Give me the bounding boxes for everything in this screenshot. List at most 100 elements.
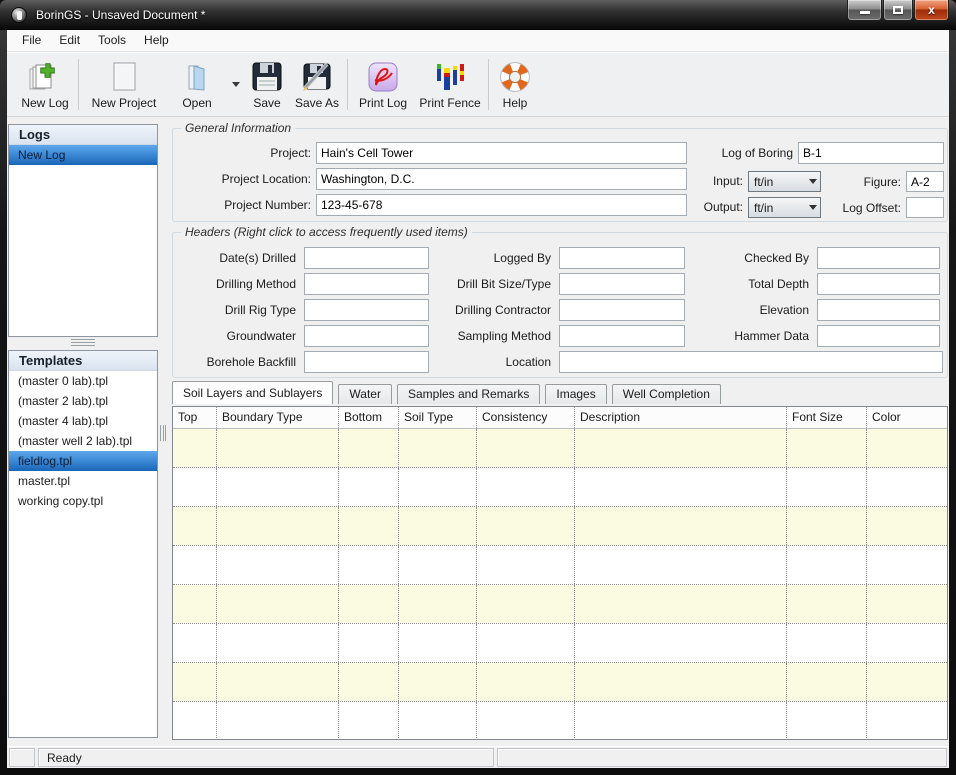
- template-item-master-0-lab-tpl[interactable]: (master 0 lab).tpl: [9, 371, 157, 391]
- table-cell[interactable]: [398, 468, 476, 506]
- table-cell[interactable]: [398, 585, 476, 623]
- header-field-elevation[interactable]: [817, 299, 940, 321]
- template-item-working-copy-tpl[interactable]: working copy.tpl: [9, 491, 157, 511]
- menu-help[interactable]: Help: [135, 30, 178, 51]
- table-cell[interactable]: [216, 546, 338, 584]
- project-number-input[interactable]: [316, 194, 687, 216]
- table-cell[interactable]: [216, 468, 338, 506]
- table-cell[interactable]: [476, 546, 574, 584]
- table-cell[interactable]: [216, 507, 338, 545]
- table-cell[interactable]: [476, 468, 574, 506]
- table-cell[interactable]: [476, 702, 574, 739]
- table-cell[interactable]: [398, 546, 476, 584]
- table-cell[interactable]: [173, 585, 216, 623]
- table-cell[interactable]: [173, 429, 216, 467]
- save-button[interactable]: Save: [244, 53, 290, 116]
- header-field-hammer-data[interactable]: [817, 325, 940, 347]
- table-cell[interactable]: [338, 468, 398, 506]
- table-cell[interactable]: [786, 468, 866, 506]
- table-cell[interactable]: [476, 624, 574, 662]
- minimize-button[interactable]: [847, 0, 882, 21]
- table-cell[interactable]: [398, 429, 476, 467]
- header-field-checked-by[interactable]: [817, 247, 940, 269]
- table-cell[interactable]: [173, 546, 216, 584]
- new-log-button[interactable]: New Log: [15, 53, 75, 116]
- log-item-new-log[interactable]: New Log: [9, 145, 157, 165]
- tab-well-completion[interactable]: Well Completion: [611, 384, 721, 404]
- print-log-button[interactable]: Print Log: [351, 53, 415, 116]
- table-cell[interactable]: [786, 546, 866, 584]
- table-cell[interactable]: [173, 468, 216, 506]
- tab-samples-and-remarks[interactable]: Samples and Remarks: [396, 384, 541, 404]
- table-cell[interactable]: [476, 585, 574, 623]
- table-cell[interactable]: [338, 429, 398, 467]
- new-project-button[interactable]: New Project: [82, 53, 166, 116]
- table-cell[interactable]: [338, 507, 398, 545]
- open-dropdown-button[interactable]: [228, 53, 244, 116]
- table-cell[interactable]: [216, 702, 338, 739]
- table-cell[interactable]: [866, 429, 946, 467]
- table-cell[interactable]: [173, 624, 216, 662]
- log-of-boring-input[interactable]: [798, 142, 944, 164]
- maximize-button[interactable]: [883, 0, 913, 21]
- print-fence-button[interactable]: Print Fence: [415, 53, 485, 116]
- table-cell[interactable]: [216, 624, 338, 662]
- table-cell[interactable]: [338, 663, 398, 701]
- vertical-splitter[interactable]: [160, 425, 166, 441]
- location-input[interactable]: [559, 351, 943, 373]
- table-cell[interactable]: [574, 468, 786, 506]
- header-field-sampling-method[interactable]: [559, 325, 685, 347]
- table-cell[interactable]: [574, 702, 786, 739]
- table-cell[interactable]: [574, 663, 786, 701]
- menu-file[interactable]: File: [13, 30, 50, 51]
- header-field-drill-bit-size-type[interactable]: [559, 273, 685, 295]
- table-cell[interactable]: [786, 585, 866, 623]
- figure-input[interactable]: [906, 171, 944, 192]
- table-cell[interactable]: [398, 624, 476, 662]
- table-cell[interactable]: [173, 507, 216, 545]
- table-cell[interactable]: [866, 585, 946, 623]
- header-field-drilling-method[interactable]: [304, 273, 429, 295]
- table-cell[interactable]: [216, 585, 338, 623]
- table-cell[interactable]: [216, 429, 338, 467]
- header-field-total-depth[interactable]: [817, 273, 940, 295]
- table-cell[interactable]: [476, 507, 574, 545]
- table-cell[interactable]: [173, 702, 216, 739]
- help-button[interactable]: Help: [492, 53, 538, 116]
- table-cell[interactable]: [476, 663, 574, 701]
- table-cell[interactable]: [786, 429, 866, 467]
- tab-images[interactable]: Images: [545, 384, 607, 404]
- table-cell[interactable]: [786, 702, 866, 739]
- menu-tools[interactable]: Tools: [89, 30, 135, 51]
- table-cell[interactable]: [574, 546, 786, 584]
- header-field-drill-rig-type[interactable]: [304, 299, 429, 321]
- table-cell[interactable]: [574, 585, 786, 623]
- table-cell[interactable]: [338, 624, 398, 662]
- menu-edit[interactable]: Edit: [50, 30, 89, 51]
- header-field-date-s-drilled[interactable]: [304, 247, 429, 269]
- table-cell[interactable]: [338, 585, 398, 623]
- template-item-master-2-lab-tpl[interactable]: (master 2 lab).tpl: [9, 391, 157, 411]
- save-as-button[interactable]: Save As: [290, 53, 344, 116]
- table-cell[interactable]: [786, 624, 866, 662]
- table-cell[interactable]: [866, 546, 946, 584]
- template-item-fieldlog-tpl[interactable]: fieldlog.tpl: [9, 451, 157, 471]
- header-field-drilling-contractor[interactable]: [559, 299, 685, 321]
- table-cell[interactable]: [866, 663, 946, 701]
- table-cell[interactable]: [786, 663, 866, 701]
- header-field-borehole-backfill[interactable]: [304, 351, 429, 373]
- header-field-logged-by[interactable]: [559, 247, 685, 269]
- log-offset-input[interactable]: [906, 197, 944, 218]
- table-cell[interactable]: [574, 429, 786, 467]
- table-cell[interactable]: [476, 429, 574, 467]
- table-cell[interactable]: [574, 624, 786, 662]
- close-button[interactable]: x: [914, 0, 949, 21]
- table-cell[interactable]: [786, 507, 866, 545]
- table-cell[interactable]: [398, 663, 476, 701]
- template-item-master-tpl[interactable]: master.tpl: [9, 471, 157, 491]
- horizontal-splitter[interactable]: [8, 336, 158, 348]
- project-input[interactable]: [316, 142, 687, 164]
- table-cell[interactable]: [866, 468, 946, 506]
- tab-water[interactable]: Water: [338, 384, 392, 404]
- table-cell[interactable]: [338, 702, 398, 739]
